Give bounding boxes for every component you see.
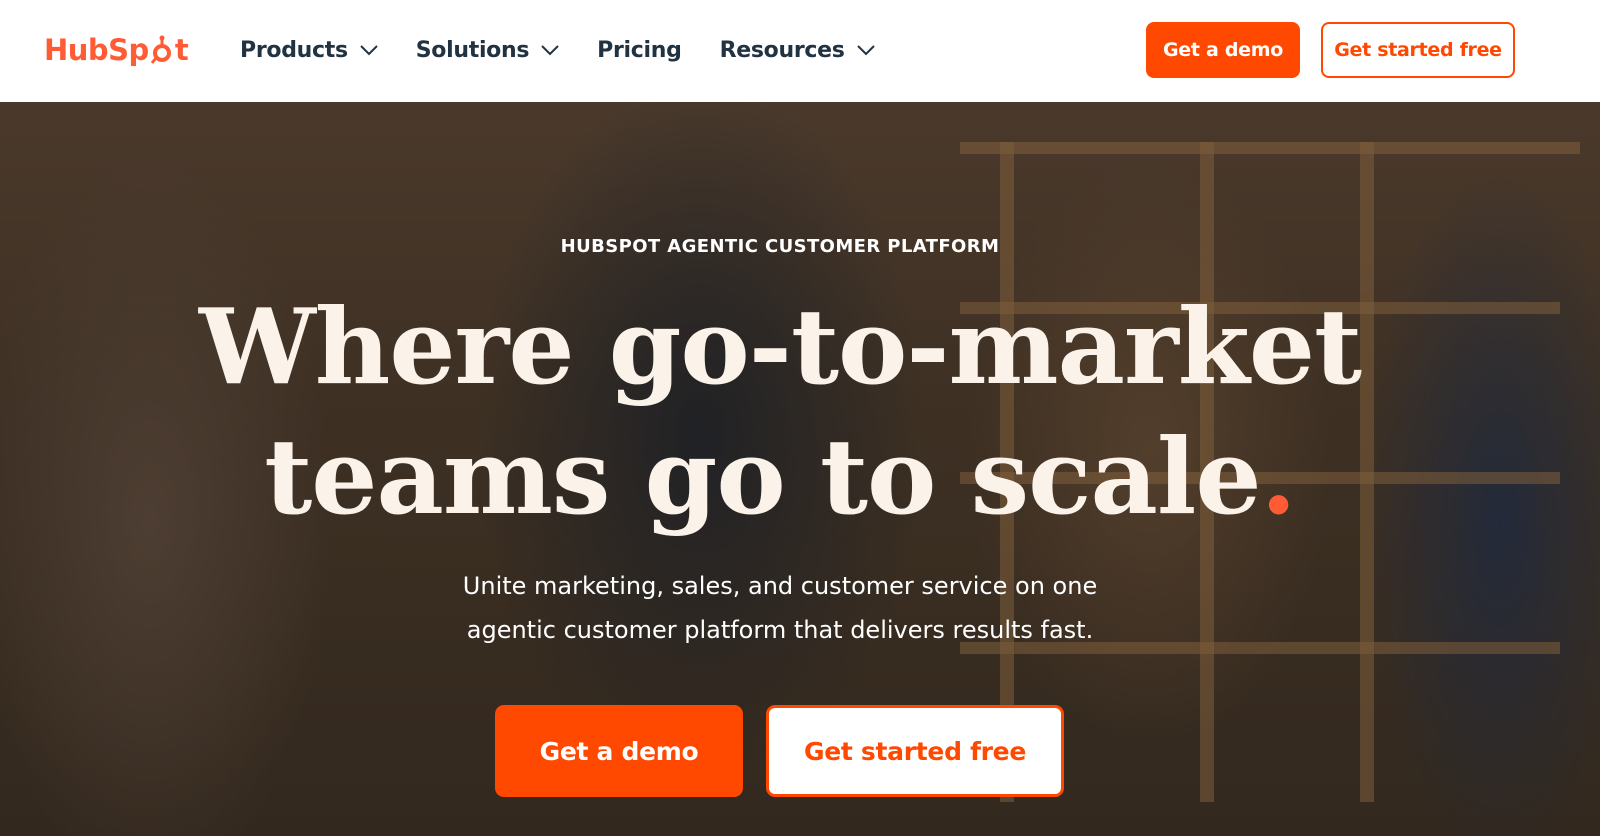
nav-item-label: Products [240,37,348,63]
header-get-started-button[interactable]: Get started free [1321,22,1515,78]
headline-line-2: teams go to scale [264,415,1261,538]
nav-item-resources[interactable]: Resources [720,38,875,63]
hero-subtext: Unite marketing, sales, and customer ser… [462,572,1098,644]
nav-item-label: Pricing [597,37,682,63]
header-get-demo-button[interactable]: Get a demo [1146,22,1300,78]
logo-text-end: t [174,33,189,67]
nav-item-products[interactable]: Products [240,38,378,63]
hero-eyebrow: HUBSPOT AGENTIC CUSTOMER PLATFORM [560,236,1000,257]
hero-get-started-button[interactable]: Get started free [766,705,1064,797]
chevron-down-icon [856,45,875,56]
nav-item-pricing[interactable]: Pricing [597,37,682,63]
chevron-down-icon [541,45,559,56]
hubspot-logo[interactable]: HubSp t [44,28,189,72]
sprocket-icon [150,35,171,64]
headline-line-1: Where go-to-market [198,285,1362,408]
hero-headline: Where go-to-market teams go to scale. [0,282,1560,542]
site-header: HubSp t Products Solutions Pricing Resou… [0,0,1600,102]
nav-item-solutions[interactable]: Solutions [416,38,559,63]
nav-item-label: Solutions [415,37,530,63]
main-nav: Products Solutions Pricing Resources [240,30,913,70]
nav-item-label: Resources [719,37,845,63]
hero-section: HUBSPOT AGENTIC CUSTOMER PLATFORM Where … [0,102,1600,836]
headline-accent-dot: . [1260,415,1297,538]
logo-text-start: HubSp [44,33,149,67]
chevron-down-icon [360,45,378,56]
hero-get-demo-button[interactable]: Get a demo [495,705,743,797]
